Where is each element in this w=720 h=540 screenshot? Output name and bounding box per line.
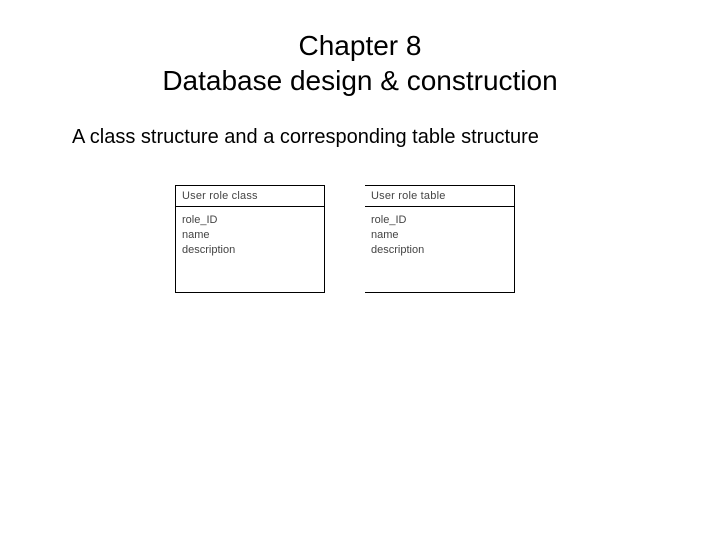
table-attr: name [371,228,508,243]
class-structure-box: User role class role_ID name description [175,185,325,293]
class-attr: role_ID [182,213,318,228]
chapter-number: Chapter 8 [0,28,720,63]
class-attr: description [182,243,318,258]
chapter-title: Database design & construction [0,63,720,98]
class-box-body: role_ID name description [176,207,324,292]
table-box-body: role_ID name description [365,207,514,292]
table-box-header: User role table [365,186,514,207]
title-block: Chapter 8 Database design & construction [0,0,720,98]
subtitle: A class structure and a corresponding ta… [72,126,720,149]
table-structure-box: User role table role_ID name description [365,185,515,293]
diagram-row: User role class role_ID name description… [175,185,720,293]
class-attr: name [182,228,318,243]
table-attr: description [371,243,508,258]
class-box-header: User role class [176,186,324,207]
table-attr: role_ID [371,213,508,228]
